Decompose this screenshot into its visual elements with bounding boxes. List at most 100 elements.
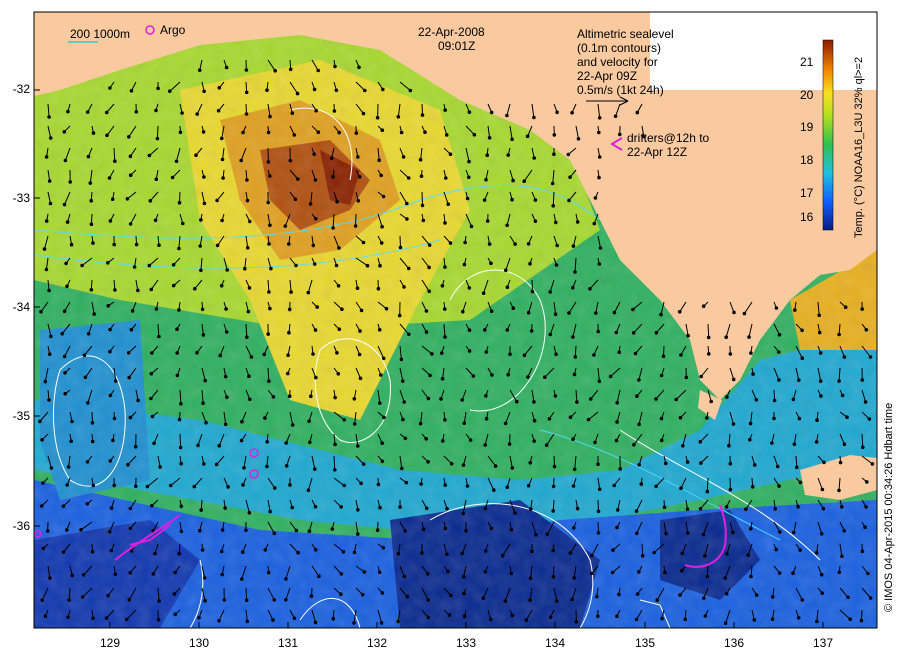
velocity-arrow-head [822,460,826,465]
velocity-arrow-head [777,350,781,354]
sst-map [33,11,878,629]
velocity-arrow-head [128,570,133,575]
velocity-arrow-head [375,115,380,120]
land-blank [650,12,877,90]
velocity-arrow-head [423,130,427,134]
velocity-arrow-head [314,216,318,221]
velocity-arrow-head [772,416,776,421]
velocity-arrow-head [223,506,227,510]
velocity-arrow-head [151,572,156,576]
velocity-arrow-head [89,288,94,292]
velocity-arrow-head [596,614,600,619]
velocity-arrow-head [401,417,405,422]
velocity-arrow-head [819,394,823,398]
velocity-arrow-head [108,219,113,223]
velocity-arrow-head [678,415,683,420]
velocity-arrow-head [468,438,473,442]
velocity-arrow-head [594,311,598,315]
velocity-arrow-head [592,221,597,226]
velocity-arrow-head [508,352,512,357]
velocity-arrow-head [597,130,601,135]
velocity-arrow-head [483,569,488,574]
velocity-arrow-head [548,615,553,620]
velocity-arrow-head [379,173,384,178]
velocity-arrow-head [418,421,423,426]
velocity-arrow-head [331,617,336,621]
velocity-arrow-head [342,483,347,488]
velocity-arrow-head [312,87,317,92]
velocity-arrow-head [465,484,470,488]
velocity-arrow-head [866,571,870,576]
velocity-arrow-head [492,488,496,492]
velocity-arrow-head [288,483,292,487]
velocity-arrow-head [448,241,453,245]
velocity-arrow-head [63,158,68,163]
velocity-arrow-head [313,620,318,625]
velocity-arrow-head [155,136,160,141]
velocity-arrow-head [634,617,639,622]
velocity-arrow-head [329,156,334,160]
velocity-arrow-head [113,288,117,292]
velocity-arrow-head [180,111,184,115]
velocity-arrow-head [287,330,291,335]
velocity-arrow-head [352,397,357,401]
velocity-arrow-head [703,553,707,558]
velocity-arrow-head [500,553,505,558]
velocity-arrow-head [90,549,95,554]
velocity-arrow-head [244,528,248,533]
velocity-arrow-head [194,153,198,157]
velocity-arrow-head [572,526,576,530]
velocity-arrow-head [724,335,729,340]
velocity-arrow-head [109,506,114,510]
velocity-arrow-head [705,416,709,420]
velocity-arrow [421,191,423,206]
velocity-arrow-head [723,621,728,626]
velocity-arrow-head [467,286,472,290]
velocity-arrow-head [380,459,385,464]
velocity-arrow-head [215,243,220,248]
velocity-arrow-head [397,313,402,318]
velocity-arrow-head [130,309,135,313]
depth-legend-label: 200 1000m [70,27,131,41]
velocity-arrow-head [731,377,736,382]
velocity-arrow-head [462,421,467,426]
velocity-arrow-head [405,594,410,599]
velocity-arrow-head [529,507,533,511]
velocity-arrow-head [64,261,68,266]
velocity-arrow-head [705,489,710,494]
velocity-arrow-head [249,355,254,359]
velocity-arrow-head [443,335,447,339]
velocity-arrow-head [467,175,471,180]
velocity-arrow-head [267,242,271,246]
velocity-arrow-head [175,327,179,332]
velocity-arrow-head [586,417,591,422]
velocity-arrow-head [443,108,448,112]
velocity-arrow-head [680,568,684,573]
velocity-arrow-head [154,307,159,311]
velocity-arrow-head [426,396,431,401]
velocity-arrow-head [597,116,602,120]
velocity-arrow-head [356,508,360,512]
velocity-arrow-head [70,573,75,578]
velocity-arrow-head [89,222,94,226]
velocity-arrow-head [384,306,389,311]
velocity-arrow-head [244,68,249,72]
velocity-arrow-head [754,398,759,402]
velocity-arrow-head [196,443,200,448]
velocity-arrow-head [608,374,613,379]
velocity-arrow-head [354,131,359,135]
velocity-arrow-head [482,198,487,202]
velocity-arrow-head [575,220,580,224]
velocity-arrow-head [378,401,382,405]
velocity-arrow-head [795,465,799,470]
velocity-arrow-head [306,290,311,295]
velocity-arrow-head [45,529,50,533]
velocity-arrow-head [554,220,558,225]
velocity-arrow-head [272,598,277,602]
velocity-arrow-head [400,466,404,471]
velocity-arrow-head [567,311,571,315]
velocity-arrow-head [42,247,47,251]
legend-line: 0.5m/s (1kt 24h) [577,83,664,97]
velocity-arrow-head [686,333,690,338]
velocity-arrow-head [465,196,470,201]
